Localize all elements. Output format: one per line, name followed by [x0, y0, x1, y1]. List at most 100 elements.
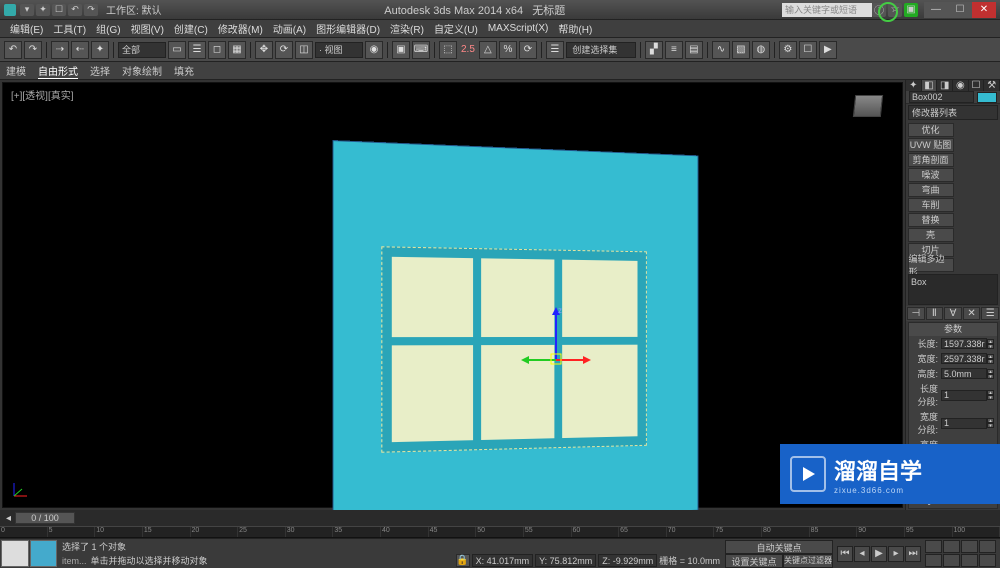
- show-result-icon[interactable]: Ⅱ: [926, 307, 944, 320]
- render-icon[interactable]: ▶: [819, 41, 837, 59]
- anglesnap-icon[interactable]: △: [479, 41, 497, 59]
- btn-substitute[interactable]: 替换: [908, 213, 954, 227]
- move-icon[interactable]: ✥: [255, 41, 273, 59]
- menu-render[interactable]: 渲染(R): [386, 20, 428, 37]
- next-frame-icon[interactable]: ▸: [888, 546, 904, 562]
- tab-hierarchy-icon[interactable]: ◨: [937, 80, 953, 91]
- coord-z[interactable]: Z: -9.929mm: [598, 554, 657, 567]
- workspace-label[interactable]: 工作区: 默认: [106, 2, 162, 17]
- object-color-chip[interactable]: [977, 92, 997, 103]
- btn-lathe[interactable]: 车削: [908, 198, 954, 212]
- rotate-icon[interactable]: ⟳: [275, 41, 293, 59]
- timeline-ruler[interactable]: 0510152025303540455055606570758085909510…: [0, 526, 1000, 538]
- new-button[interactable]: ✦: [36, 4, 50, 16]
- pan-icon[interactable]: [925, 554, 942, 567]
- bind-icon[interactable]: ✦: [91, 41, 109, 59]
- pin-stack-icon[interactable]: ⊣: [907, 307, 925, 320]
- select-icon[interactable]: ▭: [168, 41, 186, 59]
- refcoord-dropdown[interactable]: · 视图: [315, 42, 363, 58]
- width-input[interactable]: 2597.338r: [941, 353, 987, 364]
- help-search-input[interactable]: 输入关键字或短语: [782, 3, 872, 17]
- btn-editpoly[interactable]: 编辑多边形: [908, 258, 954, 272]
- namedsel-dropdown[interactable]: 创建选择集: [566, 42, 636, 58]
- viewcube[interactable]: [853, 95, 883, 117]
- renderframe-icon[interactable]: ☐: [799, 41, 817, 59]
- height-input[interactable]: 5.0mm: [941, 368, 987, 379]
- goto-end-icon[interactable]: ⏭: [905, 546, 921, 562]
- scene-wall[interactable]: [332, 140, 698, 526]
- modifier-stack[interactable]: Box: [908, 274, 998, 305]
- tab-modeling[interactable]: 建模: [6, 63, 26, 78]
- fov-icon[interactable]: [979, 540, 996, 553]
- keyfilter-button[interactable]: 关键点过滤器: [783, 554, 833, 568]
- window-crossing-icon[interactable]: ▦: [228, 41, 246, 59]
- tab-select[interactable]: 选择: [90, 63, 110, 78]
- undo-button[interactable]: ↶: [68, 4, 82, 16]
- menu-group[interactable]: 组(G): [92, 20, 124, 37]
- tab-freeform[interactable]: 自由形式: [38, 63, 78, 79]
- tab-create-icon[interactable]: ✦: [906, 80, 922, 91]
- btn-optimize[interactable]: 优化: [908, 123, 954, 137]
- orbit-icon[interactable]: [943, 554, 960, 567]
- autokey-button[interactable]: 自动关键点: [725, 540, 833, 554]
- redo-button[interactable]: ↷: [84, 4, 98, 16]
- keymode-icon[interactable]: ⌨: [412, 41, 430, 59]
- height-spinner[interactable]: ▴▾: [987, 369, 994, 379]
- layers-icon[interactable]: ▤: [685, 41, 703, 59]
- percentsnap-icon[interactable]: %: [499, 41, 517, 59]
- mirror-icon[interactable]: ▞: [645, 41, 663, 59]
- goto-start-icon[interactable]: ⏮: [837, 546, 853, 562]
- material-icon[interactable]: ◍: [752, 41, 770, 59]
- configure-icon[interactable]: ☰: [981, 307, 999, 320]
- lsegs-spinner[interactable]: ▴▾: [987, 390, 994, 400]
- tab-objectpaint[interactable]: 对象绘制: [122, 63, 162, 78]
- maximize-button[interactable]: ☐: [948, 2, 972, 18]
- viewport-perspective[interactable]: [+][透视][真实] z: [2, 82, 903, 508]
- object-name-input[interactable]: Box002: [909, 91, 974, 103]
- scale-icon[interactable]: ◫: [295, 41, 313, 59]
- wsegs-spinner[interactable]: ▴▾: [987, 418, 994, 428]
- coord-y[interactable]: Y: 75.812mm: [535, 554, 596, 567]
- btn-noise[interactable]: 噪波: [908, 168, 954, 182]
- menu-edit[interactable]: 编辑(E): [6, 20, 47, 37]
- zoomext-icon[interactable]: [961, 540, 978, 553]
- menu-maxscript[interactable]: MAXScript(X): [484, 22, 553, 35]
- btn-uvwmap[interactable]: UVW 贴图: [908, 138, 954, 152]
- snap-toggle-icon[interactable]: ⬚: [439, 41, 457, 59]
- link-icon[interactable]: ⇢: [51, 41, 69, 59]
- menu-animation[interactable]: 动画(A): [269, 20, 310, 37]
- align-icon[interactable]: ≡: [665, 41, 683, 59]
- rendersetup-icon[interactable]: ⚙: [779, 41, 797, 59]
- tab-utilities-icon[interactable]: ⚒: [984, 80, 1000, 91]
- pivot-icon[interactable]: ◉: [365, 41, 383, 59]
- selectrect-icon[interactable]: ◻: [208, 41, 226, 59]
- width-spinner[interactable]: ▴▾: [987, 354, 994, 364]
- length-spinner[interactable]: ▴▾: [987, 339, 994, 349]
- tab-modify-icon[interactable]: ◧: [922, 80, 938, 91]
- rollout-header[interactable]: 参数: [909, 323, 997, 336]
- appmenu-button[interactable]: ▾: [20, 4, 34, 16]
- btn-chamfer[interactable]: 剪角剖面: [908, 153, 954, 167]
- lock-icon[interactable]: 🔒: [456, 554, 470, 567]
- menu-create[interactable]: 创建(C): [170, 20, 212, 37]
- tab-motion-icon[interactable]: ◉: [953, 80, 969, 91]
- redo-icon[interactable]: ↷: [24, 41, 42, 59]
- btn-bend[interactable]: 弯曲: [908, 183, 954, 197]
- thumb-1[interactable]: [1, 540, 29, 567]
- curveeditor-icon[interactable]: ∿: [712, 41, 730, 59]
- menu-modifier[interactable]: 修改器(M): [214, 20, 267, 37]
- menu-help[interactable]: 帮助(H): [554, 20, 596, 37]
- maxtoggle-icon[interactable]: [961, 554, 978, 567]
- selection-filter-dropdown[interactable]: 全部: [118, 42, 166, 58]
- menu-custom[interactable]: 自定义(U): [430, 20, 482, 37]
- prev-frame-icon[interactable]: ◂: [854, 546, 870, 562]
- namedsel-icon[interactable]: ☰: [546, 41, 564, 59]
- menu-grapheditor[interactable]: 图形编辑器(D): [312, 20, 384, 37]
- modifier-list-dropdown[interactable]: 修改器列表: [908, 105, 998, 120]
- viewport-label[interactable]: [+][透视][真实]: [11, 87, 74, 102]
- open-button[interactable]: ☐: [52, 4, 66, 16]
- schematic-icon[interactable]: ▧: [732, 41, 750, 59]
- length-input[interactable]: 1597.338r: [941, 338, 987, 349]
- btn-shell[interactable]: 壳: [908, 228, 954, 242]
- coord-x[interactable]: X: 41.017mm: [472, 554, 534, 567]
